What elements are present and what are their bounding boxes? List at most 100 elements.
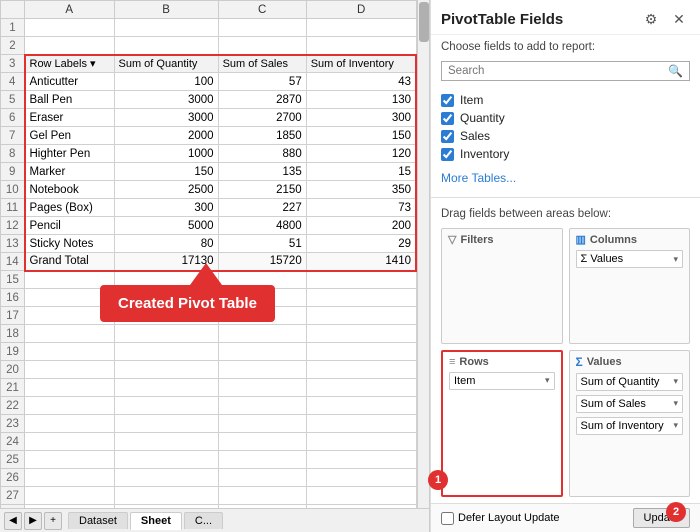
cell[interactable]: Sum of Quantity — [114, 55, 218, 73]
cell[interactable] — [25, 37, 115, 55]
close-icon-btn[interactable]: ✕ — [668, 8, 690, 30]
cell[interactable]: Eraser — [25, 109, 115, 127]
cell[interactable] — [218, 361, 306, 379]
cell[interactable]: Sticky Notes — [25, 235, 115, 253]
cell[interactable]: 57 — [218, 73, 306, 91]
cell[interactable]: 130 — [306, 91, 416, 109]
cell[interactable] — [114, 307, 218, 325]
cell[interactable] — [306, 469, 416, 487]
cell[interactable] — [114, 415, 218, 433]
columns-values-item[interactable]: Σ Values ▾ — [576, 250, 684, 268]
cell[interactable] — [306, 37, 416, 55]
cell[interactable]: 2000 — [114, 127, 218, 145]
cell[interactable]: Marker — [25, 163, 115, 181]
cell[interactable]: 1410 — [306, 253, 416, 271]
values-quantity-item[interactable]: Sum of Quantity ▾ — [576, 373, 684, 391]
field-checkbox-item[interactable] — [441, 94, 454, 107]
cell[interactable]: 350 — [306, 181, 416, 199]
more-tables-link[interactable]: More Tables... — [431, 169, 700, 193]
field-checkbox-sales[interactable] — [441, 130, 454, 143]
cell[interactable] — [25, 343, 115, 361]
cell[interactable] — [25, 469, 115, 487]
rows-item-item[interactable]: Item ▾ — [449, 372, 555, 390]
defer-checkbox[interactable] — [441, 512, 454, 525]
settings-icon-btn[interactable]: ⚙ — [640, 8, 662, 30]
cell[interactable] — [218, 271, 306, 289]
cell[interactable] — [306, 343, 416, 361]
cell[interactable] — [218, 289, 306, 307]
cell[interactable]: 120 — [306, 145, 416, 163]
cell[interactable]: Sum of Sales — [218, 55, 306, 73]
cell[interactable] — [25, 433, 115, 451]
cell[interactable]: 51 — [218, 235, 306, 253]
cell[interactable]: 227 — [218, 199, 306, 217]
cell[interactable] — [25, 487, 115, 505]
values-sales-item[interactable]: Sum of Sales ▾ — [576, 395, 684, 413]
cell[interactable]: 4800 — [218, 217, 306, 235]
cell[interactable] — [218, 469, 306, 487]
cell[interactable]: 300 — [306, 109, 416, 127]
cell[interactable]: 135 — [218, 163, 306, 181]
tab-prev-btn[interactable]: ◀ — [4, 512, 22, 530]
field-item-sales[interactable]: Sales — [441, 127, 690, 145]
vertical-scrollbar[interactable] — [417, 0, 429, 508]
cell[interactable]: 2500 — [114, 181, 218, 199]
cell[interactable]: 43 — [306, 73, 416, 91]
cell[interactable] — [306, 433, 416, 451]
cell[interactable] — [114, 397, 218, 415]
cell[interactable]: 80 — [114, 235, 218, 253]
cell[interactable] — [306, 289, 416, 307]
cell[interactable] — [218, 487, 306, 505]
field-item-quantity[interactable]: Quantity — [441, 109, 690, 127]
cell[interactable]: 1850 — [218, 127, 306, 145]
cell[interactable]: 100 — [114, 73, 218, 91]
cell[interactable] — [25, 19, 115, 37]
cell[interactable] — [306, 19, 416, 37]
tab-add-btn[interactable]: + — [44, 512, 62, 530]
cell[interactable]: 1000 — [114, 145, 218, 163]
cell[interactable] — [306, 397, 416, 415]
cell[interactable] — [114, 379, 218, 397]
field-checkbox-quantity[interactable] — [441, 112, 454, 125]
cell[interactable]: Gel Pen — [25, 127, 115, 145]
cell[interactable]: 2150 — [218, 181, 306, 199]
rows-dropdown-icon[interactable]: ▾ — [545, 375, 550, 386]
cell[interactable] — [306, 325, 416, 343]
cell[interactable] — [25, 289, 115, 307]
field-checkbox-inventory[interactable] — [441, 148, 454, 161]
cell[interactable] — [218, 433, 306, 451]
cell[interactable] — [218, 451, 306, 469]
cell[interactable]: 3000 — [114, 91, 218, 109]
cell[interactable] — [218, 379, 306, 397]
cell[interactable] — [114, 343, 218, 361]
cell[interactable] — [25, 325, 115, 343]
cell[interactable]: Sum of Inventory — [306, 55, 416, 73]
cell[interactable]: 17130 — [114, 253, 218, 271]
values-sales-dropdown[interactable]: ▾ — [673, 398, 678, 409]
cell[interactable] — [218, 19, 306, 37]
cell[interactable] — [25, 451, 115, 469]
cell[interactable]: 200 — [306, 217, 416, 235]
columns-dropdown-icon[interactable]: ▾ — [673, 254, 678, 265]
cell[interactable] — [114, 325, 218, 343]
values-inventory-dropdown[interactable]: ▾ — [673, 420, 678, 431]
cell[interactable]: Anticutter — [25, 73, 115, 91]
cell[interactable] — [218, 307, 306, 325]
cell[interactable]: 15720 — [218, 253, 306, 271]
cell[interactable] — [114, 433, 218, 451]
defer-layout-check[interactable]: Defer Layout Update — [441, 512, 560, 525]
search-input[interactable] — [448, 65, 668, 77]
cell[interactable] — [114, 19, 218, 37]
cell[interactable]: 300 — [114, 199, 218, 217]
cell[interactable]: 3000 — [114, 109, 218, 127]
values-inventory-item[interactable]: Sum of Inventory ▾ — [576, 417, 684, 435]
cell[interactable] — [114, 469, 218, 487]
cell[interactable]: 150 — [306, 127, 416, 145]
cell[interactable] — [114, 37, 218, 55]
tab-c[interactable]: C... — [184, 512, 223, 529]
cell[interactable]: Highter Pen — [25, 145, 115, 163]
cell[interactable] — [306, 487, 416, 505]
cell[interactable] — [218, 343, 306, 361]
scroll-thumb[interactable] — [419, 2, 429, 42]
cell[interactable] — [306, 307, 416, 325]
